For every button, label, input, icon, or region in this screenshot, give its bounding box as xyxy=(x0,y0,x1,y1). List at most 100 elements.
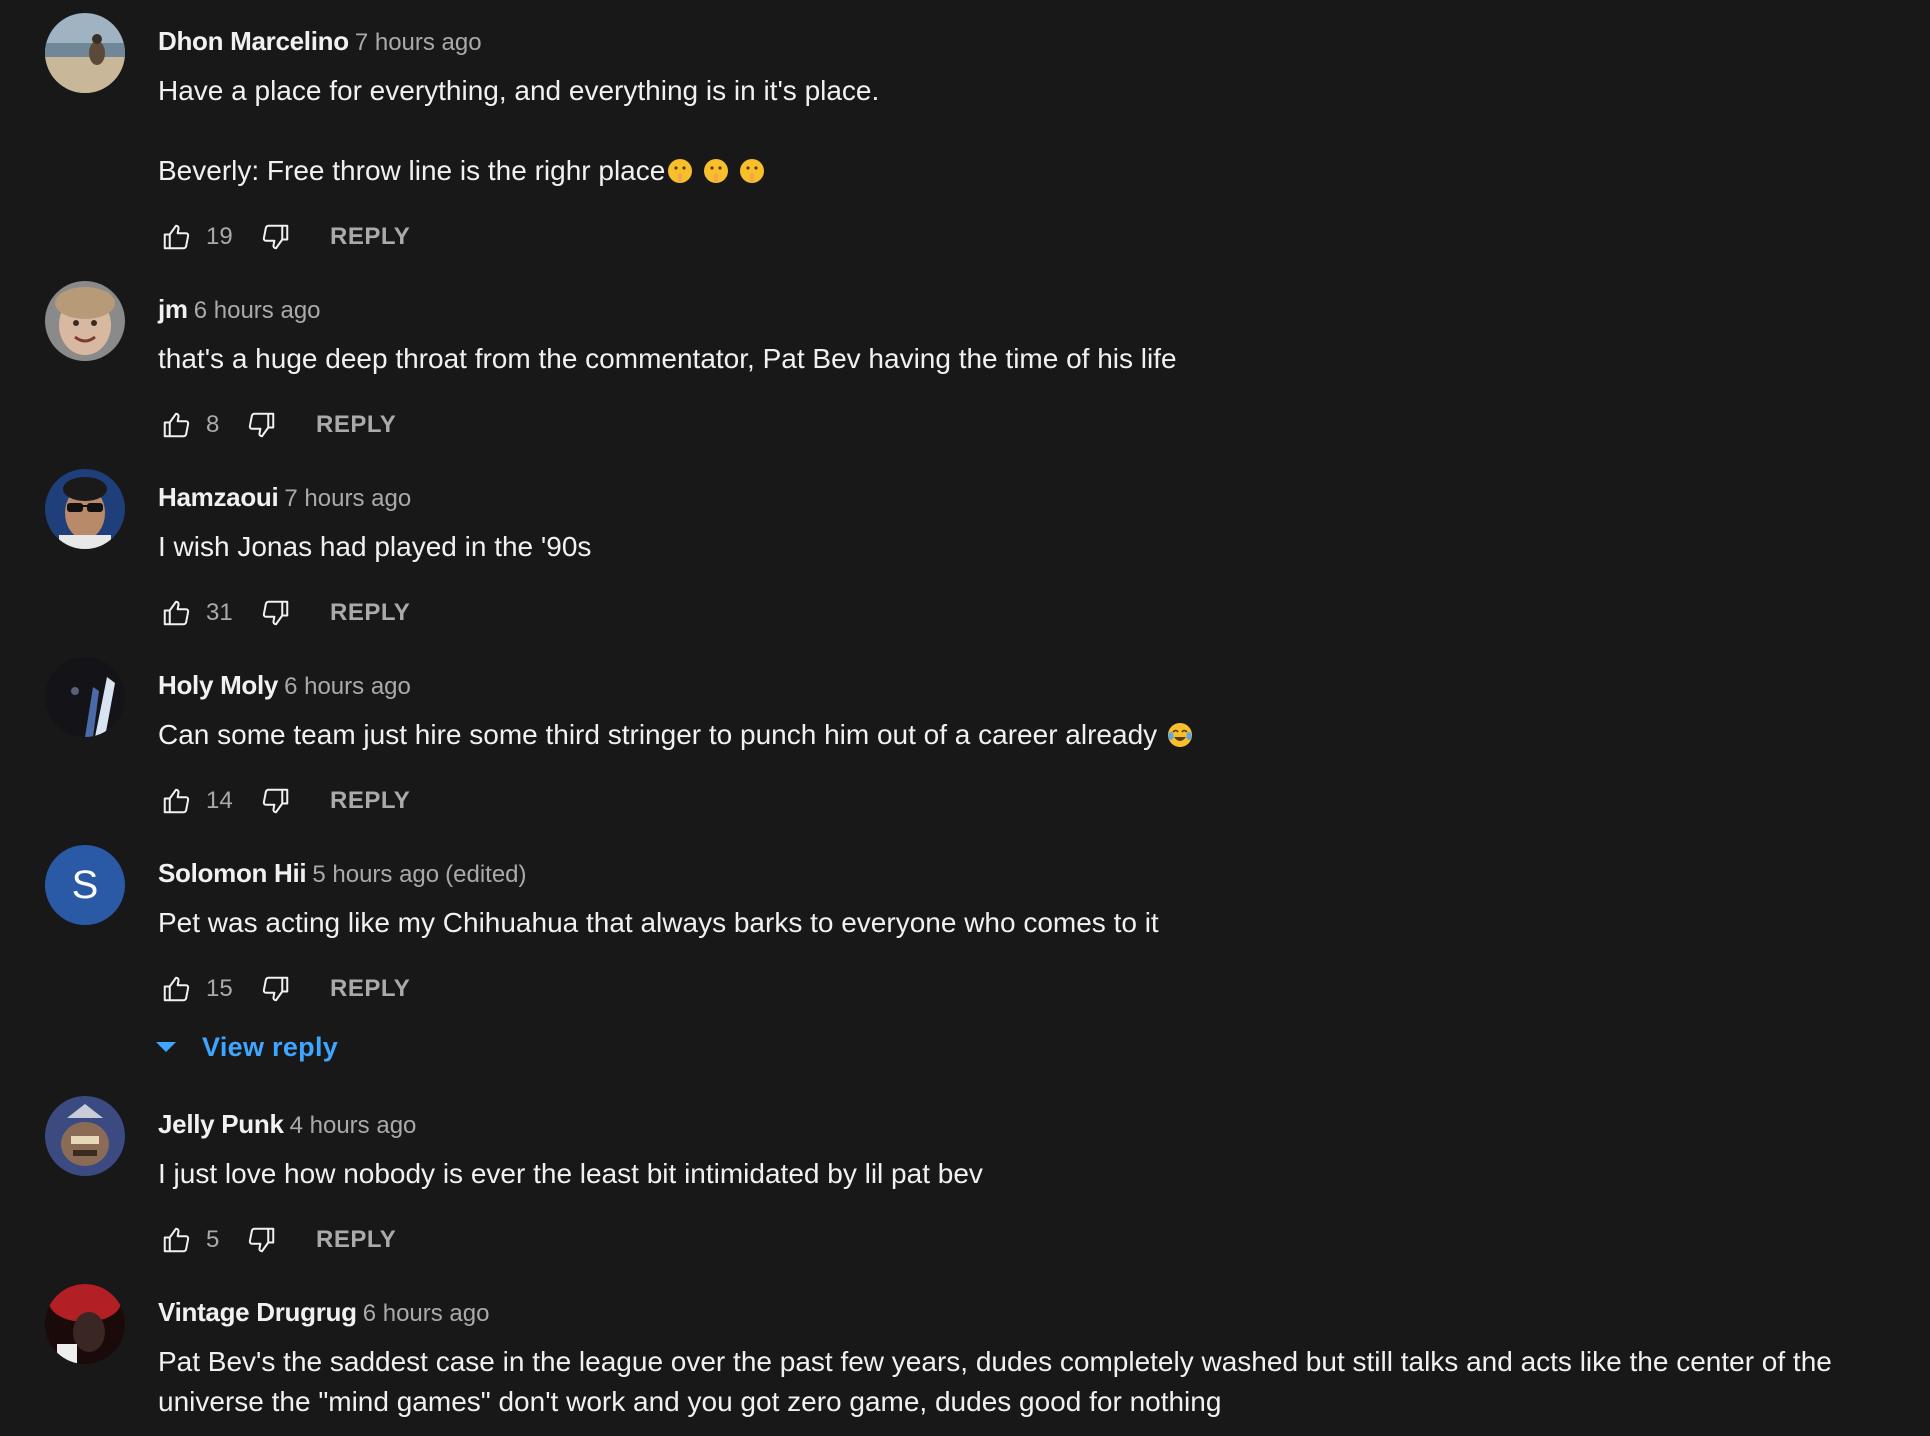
reply-button[interactable]: REPLY xyxy=(330,599,410,627)
comment-text: Pet was acting like my Chihuahua that al… xyxy=(158,907,1159,938)
reply-button[interactable]: REPLY xyxy=(330,787,410,815)
reply-button[interactable]: REPLY xyxy=(330,223,410,251)
comment-author[interactable]: Dhon Marcelino xyxy=(158,26,349,56)
comment-header: Holy Moly 6 hours ago xyxy=(158,669,1870,701)
avatar-image xyxy=(45,1096,125,1176)
dislike-button[interactable] xyxy=(258,219,294,255)
thumbs-up-icon xyxy=(163,788,190,814)
comment-text-content: Can some team just hire some third strin… xyxy=(158,719,1158,750)
comment-time[interactable]: 6 hours ago xyxy=(284,673,411,700)
comment-time[interactable]: 7 hours ago xyxy=(355,29,482,56)
avatar[interactable] xyxy=(45,281,125,361)
like-button[interactable] xyxy=(158,595,194,631)
dislike-button[interactable] xyxy=(258,595,294,631)
dislike-button[interactable] xyxy=(244,1222,280,1258)
comment-body: Jelly Punk 4 hours ago I just love how no… xyxy=(158,1096,1870,1258)
comment-actions: 8 REPLY xyxy=(158,407,1870,443)
comment-time[interactable]: 6 hours ago xyxy=(363,1300,490,1327)
like-button[interactable] xyxy=(158,1222,194,1258)
comment-body: Vintage Drugrug 6 hours ago Pat Bev's the… xyxy=(158,1284,1870,1422)
edited-label: (edited) xyxy=(445,861,527,888)
avatar[interactable]: S xyxy=(45,845,125,925)
like-count: 14 xyxy=(206,787,233,814)
comments-section: Dhon Marcelino 7 hours ago Have a place f… xyxy=(0,0,1930,1436)
like-button[interactable] xyxy=(158,407,194,443)
reply-button[interactable]: REPLY xyxy=(316,411,396,439)
comment-header: jm 6 hours ago xyxy=(158,293,1870,325)
comment-header: Dhon Marcelino 7 hours ago xyxy=(158,25,1870,57)
thumbs-up-icon xyxy=(163,412,190,438)
avatar-image xyxy=(45,469,125,549)
avatar-image xyxy=(45,281,125,361)
comment-time[interactable]: 5 hours ago xyxy=(312,861,439,888)
avatar[interactable] xyxy=(45,1284,125,1364)
shushing-face-icon xyxy=(740,159,765,183)
comment-text: Pat Bev's the saddest case in the league… xyxy=(158,1346,1840,1417)
like-count: 19 xyxy=(206,223,233,250)
comment-time[interactable]: 4 hours ago xyxy=(290,1112,417,1139)
comment-author[interactable]: jm xyxy=(158,294,188,324)
avatar-image xyxy=(45,13,125,93)
thumbs-down-icon xyxy=(262,224,289,250)
thumbs-up-icon xyxy=(163,1227,190,1253)
comment-author[interactable]: Hamzaoui xyxy=(158,482,279,512)
thumbs-up-icon xyxy=(163,976,190,1002)
avatar[interactable] xyxy=(45,1096,125,1176)
thumbs-down-icon xyxy=(262,600,289,626)
comment-text: I just love how nobody is ever the least… xyxy=(158,1158,983,1189)
comment-body: Dhon Marcelino 7 hours ago Have a place f… xyxy=(158,13,1870,255)
like-count: 15 xyxy=(206,975,233,1002)
thumbs-up-icon xyxy=(163,600,190,626)
view-reply-label: View reply xyxy=(202,1031,339,1062)
comment-actions: 14 REPLY xyxy=(158,783,1870,819)
like-button[interactable] xyxy=(158,783,194,819)
like-button[interactable] xyxy=(158,971,194,1007)
comment-text: Have a place for everything, and everyth… xyxy=(158,71,1858,191)
comment-text: that's a huge deep throat from the comme… xyxy=(158,343,1177,374)
thumbs-down-icon xyxy=(248,1227,275,1253)
reply-button[interactable]: REPLY xyxy=(330,975,410,1003)
like-count: 5 xyxy=(206,1226,220,1253)
view-reply-button[interactable]: View reply xyxy=(156,1029,1870,1065)
avatar[interactable] xyxy=(45,657,125,737)
comment-time[interactable]: 6 hours ago xyxy=(194,297,321,324)
like-button[interactable] xyxy=(158,219,194,255)
avatar[interactable] xyxy=(45,13,125,93)
thumbs-down-icon xyxy=(262,976,289,1002)
comment-header: Vintage Drugrug 6 hours ago xyxy=(158,1296,1870,1328)
like-count: 8 xyxy=(206,411,220,438)
dislike-button[interactable] xyxy=(258,971,294,1007)
avatar-image xyxy=(45,657,125,737)
comment-body: jm 6 hours ago that's a huge deep throat … xyxy=(158,281,1870,443)
comment-time[interactable]: 7 hours ago xyxy=(284,485,411,512)
comment-author[interactable]: Holy Moly xyxy=(158,670,278,700)
comment-actions: 19 REPLY xyxy=(158,219,1870,255)
comment-actions: 15 REPLY xyxy=(158,971,1870,1007)
dislike-button[interactable] xyxy=(244,407,280,443)
comment-header: Hamzaoui 7 hours ago xyxy=(158,481,1870,513)
comment-text: I wish Jonas had played in the '90s xyxy=(158,531,592,562)
dislike-button[interactable] xyxy=(258,783,294,819)
thumbs-down-icon xyxy=(262,788,289,814)
comment-text: Can some team just hire some third strin… xyxy=(158,715,1858,755)
thumbs-down-icon xyxy=(248,412,275,438)
comment-body: Solomon Hii 5 hours ago (edited) Pet was a… xyxy=(156,845,1870,1065)
comment-author[interactable]: Jelly Punk xyxy=(158,1109,284,1139)
tears-of-joy-icon xyxy=(1168,723,1193,747)
comment-header: Jelly Punk 4 hours ago xyxy=(158,1108,1870,1140)
shushing-face-icon xyxy=(668,159,693,183)
avatar-image xyxy=(45,1284,125,1364)
comment-body: Holy Moly 6 hours ago Can some team just … xyxy=(158,657,1870,819)
comment-text-content: Have a place for everything, and everyth… xyxy=(158,75,880,186)
thumbs-up-icon xyxy=(163,224,190,250)
comment-actions: 5 REPLY xyxy=(158,1222,1870,1258)
comment-author[interactable]: Vintage Drugrug xyxy=(158,1297,357,1327)
comment-header: Solomon Hii 5 hours ago (edited) xyxy=(158,857,1870,889)
avatar[interactable] xyxy=(45,469,125,549)
shushing-face-icon xyxy=(704,159,729,183)
comment-author[interactable]: Solomon Hii xyxy=(158,858,307,888)
reply-button[interactable]: REPLY xyxy=(316,1226,396,1254)
caret-down-icon xyxy=(156,1042,176,1052)
comment-body: Hamzaoui 7 hours ago I wish Jonas had pla… xyxy=(158,469,1870,631)
comment-actions: 31 REPLY xyxy=(158,595,1870,631)
